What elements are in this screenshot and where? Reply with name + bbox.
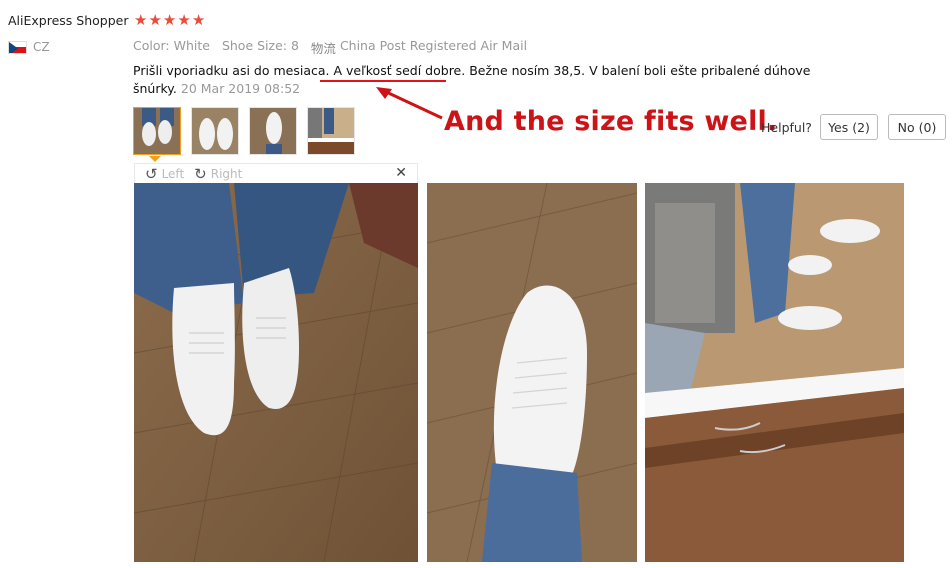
photo-thumbnail[interactable]: [249, 107, 297, 155]
star-icon: ★: [148, 11, 162, 29]
helpful-label: Helpful?: [761, 120, 812, 135]
logistics-prefix: 物流: [310, 41, 336, 56]
close-icon[interactable]: ✕: [395, 165, 407, 181]
rotate-left-icon: ↺: [145, 164, 158, 183]
star-icon: ★: [134, 11, 148, 29]
color-attribute: Color: White: [133, 38, 210, 53]
reviewer-name: AliExpress Shopper: [8, 13, 129, 28]
rotate-right-icon: ↻: [194, 164, 207, 183]
active-thumbnail-caret: [149, 156, 161, 162]
reviewer-country: CZ: [8, 40, 50, 54]
review-text-start: Prišli vporiadku asi do mesiaca.: [133, 63, 334, 78]
star-icon: ★: [162, 11, 177, 29]
photo-thumbnail[interactable]: [191, 107, 239, 155]
review-photo[interactable]: [645, 183, 904, 562]
helpful-yes-button[interactable]: Yes (2): [820, 114, 878, 140]
logistics-method: China Post Registered Air Mail: [339, 38, 528, 53]
rotate-left-label: Left: [161, 166, 185, 181]
review-text-highlight: A veľkosť sedí dobre.: [333, 63, 466, 78]
annotation-text: And the size fits well.: [444, 106, 778, 137]
star-icon: ★: [191, 11, 206, 29]
review-meta: Color: White Shoe Size: 8 物流 China Post …: [133, 38, 539, 57]
country-code: CZ: [33, 40, 50, 54]
rotate-right-label: Right: [210, 166, 243, 181]
star-icon: ★: [177, 11, 191, 29]
review-photo[interactable]: [134, 183, 418, 562]
annotation-arrow-icon: [376, 87, 443, 120]
rating-stars: ★ ★ ★ ★ ★: [134, 11, 205, 29]
photo-viewer-toolbar: ↺ Left ↻ Right ✕: [134, 163, 418, 183]
photo-thumbnail[interactable]: [133, 107, 181, 155]
photo-thumbnail[interactable]: [307, 107, 355, 155]
rotate-right-button[interactable]: ↻ Right: [194, 165, 242, 183]
photo-thumbnails: [133, 107, 355, 155]
rotate-left-button[interactable]: ↺ Left: [145, 165, 184, 183]
review-text: Prišli vporiadku asi do mesiaca. A veľko…: [133, 62, 853, 98]
review-date: 20 Mar 2019 08:52: [180, 81, 301, 96]
helpful-no-button[interactable]: No (0): [888, 114, 946, 140]
highlight-underline: [320, 80, 446, 82]
shoe-size-attribute: Shoe Size: 8: [221, 38, 299, 53]
czech-flag-icon: [8, 40, 27, 54]
review-photo[interactable]: [427, 183, 637, 562]
